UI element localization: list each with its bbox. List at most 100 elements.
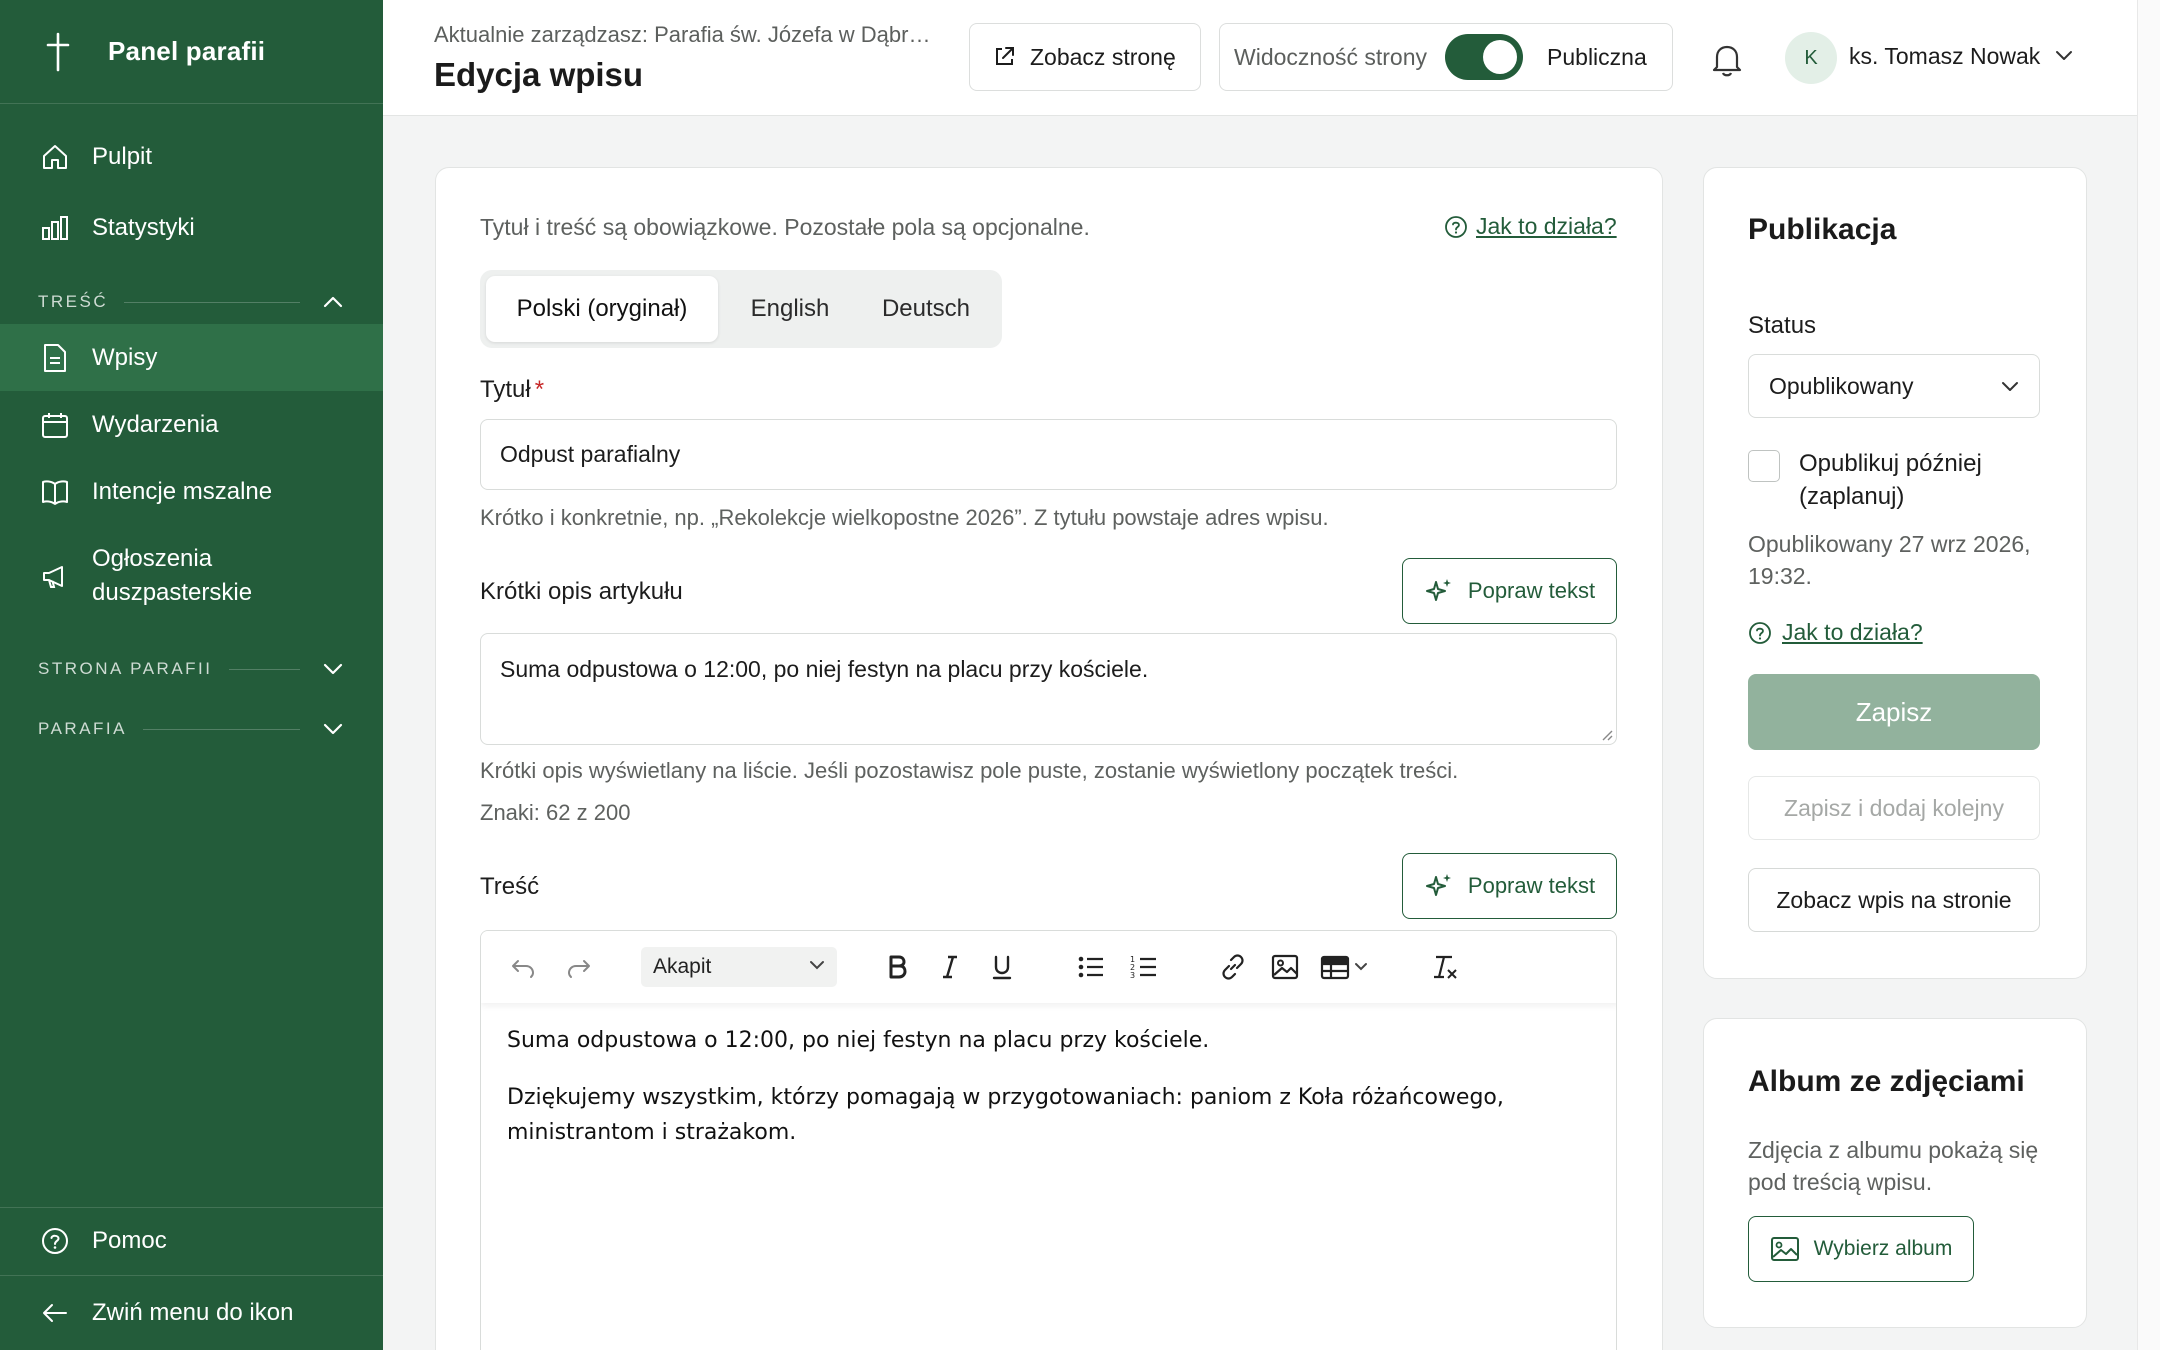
help-circle-icon <box>1748 621 1772 645</box>
status-select[interactable]: Opublikowany <box>1748 354 2040 418</box>
visibility-control: Widoczność strony Publiczna <box>1219 23 1673 91</box>
section-parafia-header[interactable]: PARAFIA <box>38 717 344 741</box>
external-link-icon <box>992 45 1016 69</box>
tab-polski[interactable]: Polski (oryginał) <box>486 276 718 342</box>
sidebar-item-wydarzenia[interactable]: Wydarzenia <box>0 400 383 450</box>
book-icon <box>38 475 72 509</box>
section-divider <box>142 728 300 730</box>
sidebar-item-statystyki[interactable]: Statystyki <box>0 203 383 253</box>
brand-title: Panel parafii <box>108 36 266 66</box>
image-icon[interactable] <box>1267 949 1303 985</box>
avatar[interactable]: K <box>1785 32 1837 84</box>
sidebar-divider <box>0 1275 383 1276</box>
italic-icon[interactable] <box>932 949 968 985</box>
bullet-list-icon[interactable] <box>1073 949 1109 985</box>
visibility-toggle[interactable] <box>1445 34 1524 80</box>
choose-album-button[interactable]: Wybierz album <box>1748 1216 1974 1282</box>
save-and-add-button[interactable]: Zapisz i dodaj kolejny <box>1748 776 2040 840</box>
sidebar-item-label: Statystyki <box>92 214 195 241</box>
published-date: Opublikowany 27 wrz 2026, 19:32. <box>1748 531 2031 589</box>
album-title: Album ze zdjęciami <box>1748 1065 2025 1098</box>
bold-icon[interactable] <box>879 949 915 985</box>
numbered-list-icon[interactable]: 123 <box>1126 949 1162 985</box>
chevron-up-icon <box>322 295 344 309</box>
how-it-works-link[interactable]: Jak to działa? <box>1444 213 1617 240</box>
scrollbar-track[interactable] <box>2137 0 2160 1350</box>
title-hint: Krótko i konkretnie, np. „Rekolekcje wie… <box>480 505 1329 530</box>
sidebar-item-ogloszenia[interactable]: Ogłoszenia duszpasterskie <box>0 540 383 612</box>
improve-content-button[interactable]: Popraw tekst <box>1402 853 1617 919</box>
publication-help-link[interactable]: Jak to działa? <box>1748 619 1923 646</box>
sidebar-item-help[interactable]: Pomoc <box>0 1216 383 1266</box>
paragraph-style-select[interactable]: Akapit <box>641 947 837 987</box>
summary-hint: Krótki opis wyświetlany na liście. Jeśli… <box>480 758 1459 783</box>
sidebar-item-wpisy[interactable]: Wpisy <box>0 324 383 391</box>
view-site-button[interactable]: Zobacz stronę <box>969 23 1201 91</box>
sidebar-item-pulpit[interactable]: Pulpit <box>0 132 383 182</box>
section-strona-header[interactable]: STRONA PARAFII <box>38 657 344 681</box>
section-divider <box>124 301 300 303</box>
collapse-menu-button[interactable]: Zwiń menu do ikon <box>0 1288 383 1338</box>
chevron-down-icon[interactable] <box>2054 49 2074 63</box>
form-intro: Tytuł i treść są obowiązkowe. Pozostałe … <box>480 214 1090 240</box>
summary-textarea[interactable]: Suma odpustowa o 12:00, po niej festyn n… <box>480 633 1617 745</box>
view-site-label: Zobacz stronę <box>1030 43 1176 70</box>
table-icon[interactable] <box>1319 949 1375 985</box>
home-icon <box>38 140 72 174</box>
svg-text:3: 3 <box>1130 971 1135 980</box>
improve-summary-button[interactable]: Popraw tekst <box>1402 558 1617 624</box>
brand[interactable]: Panel parafii <box>0 0 383 104</box>
bell-icon[interactable] <box>1709 40 1745 78</box>
chevron-down-icon <box>322 662 344 676</box>
top-bar: Aktualnie zarządzasz: Parafia św. Józefa… <box>383 0 2137 116</box>
status-label: Status <box>1748 312 1817 339</box>
sidebar-item-label: Wydarzenia <box>92 411 219 438</box>
publication-title: Publikacja <box>1748 213 1897 246</box>
sidebar-item-label: Pomoc <box>92 1227 167 1254</box>
schedule-checkbox[interactable] <box>1748 450 1780 482</box>
image-icon <box>1770 1236 1800 1262</box>
help-circle-icon <box>1444 215 1468 239</box>
help-circle-icon <box>38 1224 72 1258</box>
visibility-label: Widoczność strony <box>1234 43 1428 70</box>
rich-text-editor[interactable]: Akapit 123 Suma odpustowa o 12:00, po ni… <box>480 930 1617 1350</box>
content-label: Treść <box>480 873 540 900</box>
bar-chart-icon <box>38 211 72 245</box>
sidebar-item-intencje[interactable]: Intencje mszalne <box>0 467 383 517</box>
user-name[interactable]: ks. Tomasz Nowak <box>1849 43 2040 70</box>
tab-english[interactable]: English <box>730 276 850 342</box>
section-tresc-header[interactable]: TREŚĆ <box>38 290 344 314</box>
sidebar-divider <box>0 1207 383 1208</box>
section-label: PARAFIA <box>38 719 127 738</box>
sidebar-item-label: Pulpit <box>92 143 153 170</box>
chevron-down-icon <box>2001 381 2019 393</box>
link-icon[interactable] <box>1215 949 1251 985</box>
editor-content[interactable]: Suma odpustowa o 12:00, po niej festyn n… <box>507 1023 1587 1172</box>
resize-handle-icon[interactable] <box>1601 729 1613 741</box>
save-button[interactable]: Zapisz <box>1748 674 2040 750</box>
cross-icon <box>40 32 76 72</box>
document-icon <box>38 341 72 375</box>
sparkles-icon <box>1424 871 1454 901</box>
title-label: Tytuł * <box>480 376 545 403</box>
content-paragraph: Suma odpustowa o 12:00, po niej festyn n… <box>507 1028 1210 1053</box>
redo-icon[interactable] <box>561 949 597 985</box>
calendar-icon <box>38 408 72 442</box>
sidebar-item-label: Zwiń menu do ikon <box>92 1299 294 1326</box>
underline-icon[interactable] <box>984 949 1020 985</box>
tab-deutsch[interactable]: Deutsch <box>865 276 987 342</box>
undo-icon[interactable] <box>505 949 541 985</box>
arrow-left-icon <box>38 1296 72 1330</box>
section-divider <box>228 668 300 670</box>
view-post-button[interactable]: Zobacz wpis na stronie <box>1748 868 2040 932</box>
summary-label: Krótki opis artykułu <box>480 578 683 605</box>
clear-formatting-icon[interactable] <box>1427 949 1463 985</box>
char-count: Znaki: 62 z 200 <box>480 800 631 825</box>
chevron-down-icon <box>322 722 344 736</box>
album-description: Zdjęcia z albumu pokażą się pod treścią … <box>1748 1137 2039 1195</box>
title-input[interactable]: Odpust parafialny <box>480 419 1617 490</box>
schedule-label[interactable]: Opublikuj później (zaplanuj) <box>1799 447 1982 513</box>
chevron-down-icon <box>809 959 825 971</box>
sidebar-item-label: Ogłoszenia duszpasterskie <box>92 545 253 606</box>
editor-toolbar: Akapit 123 <box>481 931 1616 1003</box>
